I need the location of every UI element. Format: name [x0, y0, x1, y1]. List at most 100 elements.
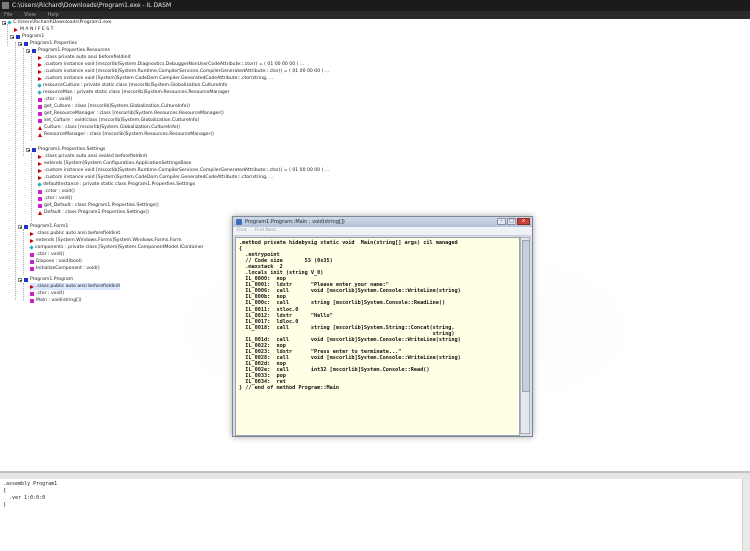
close-button[interactable]: x	[517, 218, 530, 225]
tree-item-form-1[interactable]: extends [System.Windows.Forms]System.Win…	[30, 237, 181, 244]
tree-item-set-5[interactable]: .cctor : void()	[38, 188, 75, 195]
collapse-icon[interactable]	[10, 34, 14, 39]
menu-find-next[interactable]: Find Next	[255, 227, 276, 235]
info-panel: .assembly Program1 { .ver 1:0:0:0 }	[0, 471, 750, 551]
tree-label: Program1.Program	[30, 277, 74, 282]
tree-item-form-0[interactable]: .class public auto ansi beforefieldinit	[30, 230, 120, 237]
tree-item-form1[interactable]: Program1.Form1	[18, 223, 68, 230]
tree-item-res-11[interactable]: ResourceManager : class [mscorlib]System…	[38, 131, 214, 138]
tree-item-namespace[interactable]: Program1	[10, 33, 44, 40]
tree-label: .custom instance void [System]System.Cod…	[44, 76, 274, 81]
menu-find[interactable]: Find	[237, 227, 246, 235]
tree-label: .ctor : void()	[44, 97, 73, 102]
tree-item-prog-1[interactable]: .ctor : void()	[30, 290, 64, 297]
class-info-icon	[30, 284, 34, 289]
tree-label: C:\Users\Richard\Downloads\Program1.exe	[13, 20, 112, 25]
tree-item-set-7[interactable]: get_Default : class Program1.Properties.…	[38, 202, 159, 209]
tree-item-set-8[interactable]: Default : class Program1.Properties.Sett…	[38, 209, 149, 216]
tree-guide	[15, 42, 16, 300]
tree-item-set-3[interactable]: .custom instance void [System]System.Cod…	[38, 174, 273, 181]
panel-splitter[interactable]	[0, 473, 750, 479]
tree-label: resourceMan : private static class [msco…	[43, 90, 230, 95]
tree-label: resourceCulture : private static class […	[43, 83, 228, 88]
tree-item-manifest[interactable]: M A N I F E S T	[14, 26, 53, 33]
collapse-icon[interactable]	[18, 224, 22, 229]
extends-icon	[30, 238, 34, 243]
tree-item-res-6[interactable]: .ctor : void()	[38, 96, 72, 103]
class-info-icon	[38, 55, 42, 60]
window-controls: – □ x	[496, 218, 530, 226]
tree-item-program[interactable]: Program1.Program	[18, 276, 73, 283]
tree-label: extends [System.Windows.Forms]System.Win…	[36, 238, 182, 243]
scroll-thumb[interactable]	[522, 240, 530, 392]
field-icon	[37, 90, 42, 95]
method-icon	[38, 104, 42, 109]
method-icon	[38, 189, 42, 194]
tree-item-res-7[interactable]: get_Culture : class [mscorlib]System.Glo…	[38, 103, 190, 110]
tree-item-set-4[interactable]: defaultInstance : private static class P…	[37, 181, 195, 188]
title-bar: C:\Users\Richard\Downloads\Program1.exe …	[0, 0, 750, 11]
attribute-icon	[38, 168, 42, 173]
tree-item-form-2[interactable]: components : private class [System]Syste…	[29, 244, 203, 251]
menu-help[interactable]: Help	[47, 11, 58, 19]
tree-item-set-0[interactable]: .class private auto ansi sealed beforefi…	[38, 153, 147, 160]
il-code-text: .method private hidebysig static void Ma…	[239, 240, 461, 392]
tree-label: ResourceManager : class [mscorlib]System…	[44, 132, 214, 137]
tree-item-properties-ns[interactable]: Program1.Properties	[18, 40, 77, 47]
tree-item-form-5[interactable]: InitializeComponent : void()	[30, 265, 100, 272]
tree-guide	[23, 229, 24, 275]
tree-item-res-3[interactable]: .custom instance void [System]System.Cod…	[38, 75, 273, 82]
class-info-icon	[38, 154, 42, 159]
tree-root[interactable]: C:\Users\Richard\Downloads\Program1.exe	[2, 19, 111, 26]
tree-label: Program1	[22, 34, 45, 39]
property-icon	[38, 132, 42, 137]
collapse-icon[interactable]	[2, 20, 6, 25]
panel-scrollbar[interactable]	[742, 479, 750, 551]
tree-item-set-2[interactable]: .custom instance void [mscorlib]System.R…	[38, 167, 329, 174]
tree-label: .class private auto ansi beforefieldinit	[44, 55, 131, 60]
maximize-button[interactable]: □	[507, 218, 516, 225]
tree-item-set-6[interactable]: .ctor : void()	[38, 195, 72, 202]
method-icon	[30, 298, 34, 303]
method-icon	[38, 118, 42, 123]
il-vertical-scrollbar[interactable]	[520, 237, 530, 434]
tree-item-prog-0[interactable]: .class public auto ansi beforefieldinit	[30, 283, 121, 290]
tree-item-set-1[interactable]: extends [System]System.Configuration.App…	[38, 160, 191, 167]
collapse-icon[interactable]	[26, 48, 30, 53]
minimize-button[interactable]: –	[497, 218, 506, 225]
attribute-icon	[38, 69, 42, 74]
il-code-window: Program1.Program::Main : void(string[]) …	[232, 216, 533, 437]
attribute-icon	[38, 175, 42, 180]
tree-item-res-4[interactable]: resourceCulture : private static class […	[37, 82, 228, 89]
tree-item-res-0[interactable]: .class private auto ansi beforefieldinit	[38, 54, 131, 61]
tree-item-prog-2[interactable]: Main : void(string[])	[30, 297, 82, 304]
collapse-icon[interactable]	[18, 277, 22, 282]
il-window-titlebar[interactable]: Program1.Program::Main : void(string[]) …	[233, 217, 532, 227]
tree-item-res-10[interactable]: Culture : class [mscorlib]System.Globali…	[38, 124, 180, 131]
tree-item-res-5[interactable]: resourceMan : private static class [msco…	[37, 89, 230, 96]
tree-item-settings-class[interactable]: Program1.Properties.Settings	[26, 146, 105, 153]
method-icon	[38, 111, 42, 116]
menu-file[interactable]: File	[4, 11, 12, 19]
tree-item-res-1[interactable]: .custom instance void [mscorlib]System.D…	[38, 61, 304, 68]
namespace-icon	[24, 41, 28, 46]
tree-item-form-3[interactable]: .ctor : void()	[30, 251, 64, 258]
il-window-icon	[236, 219, 242, 225]
tree-item-form-4[interactable]: Dispose : void(bool)	[30, 258, 82, 265]
tree-item-res-2[interactable]: .custom instance void [mscorlib]System.R…	[38, 68, 329, 75]
collapse-icon[interactable]	[26, 147, 30, 152]
menu-view[interactable]: View	[24, 11, 36, 19]
method-icon	[30, 252, 34, 257]
tree-guide	[31, 153, 32, 221]
tree-label: Dispose : void(bool)	[36, 259, 82, 264]
il-code-view[interactable]: .method private hidebysig static void Ma…	[235, 237, 520, 436]
collapse-icon[interactable]	[18, 41, 22, 46]
tree-item-res-9[interactable]: set_Culture : void(class [mscorlib]Syste…	[38, 117, 199, 124]
tree-label: Culture : class [mscorlib]System.Globali…	[44, 125, 181, 130]
field-icon	[37, 83, 42, 88]
tree-label: .class private auto ansi sealed beforefi…	[44, 154, 148, 159]
tree-item-resources-class[interactable]: Program1.Properties.Resources	[26, 47, 110, 54]
tree-item-res-8[interactable]: get_ResourceManager : class [mscorlib]Sy…	[38, 110, 224, 117]
tree-label: Program1.Form1	[30, 224, 69, 229]
tree-label: Main : void(string[])	[36, 298, 82, 303]
